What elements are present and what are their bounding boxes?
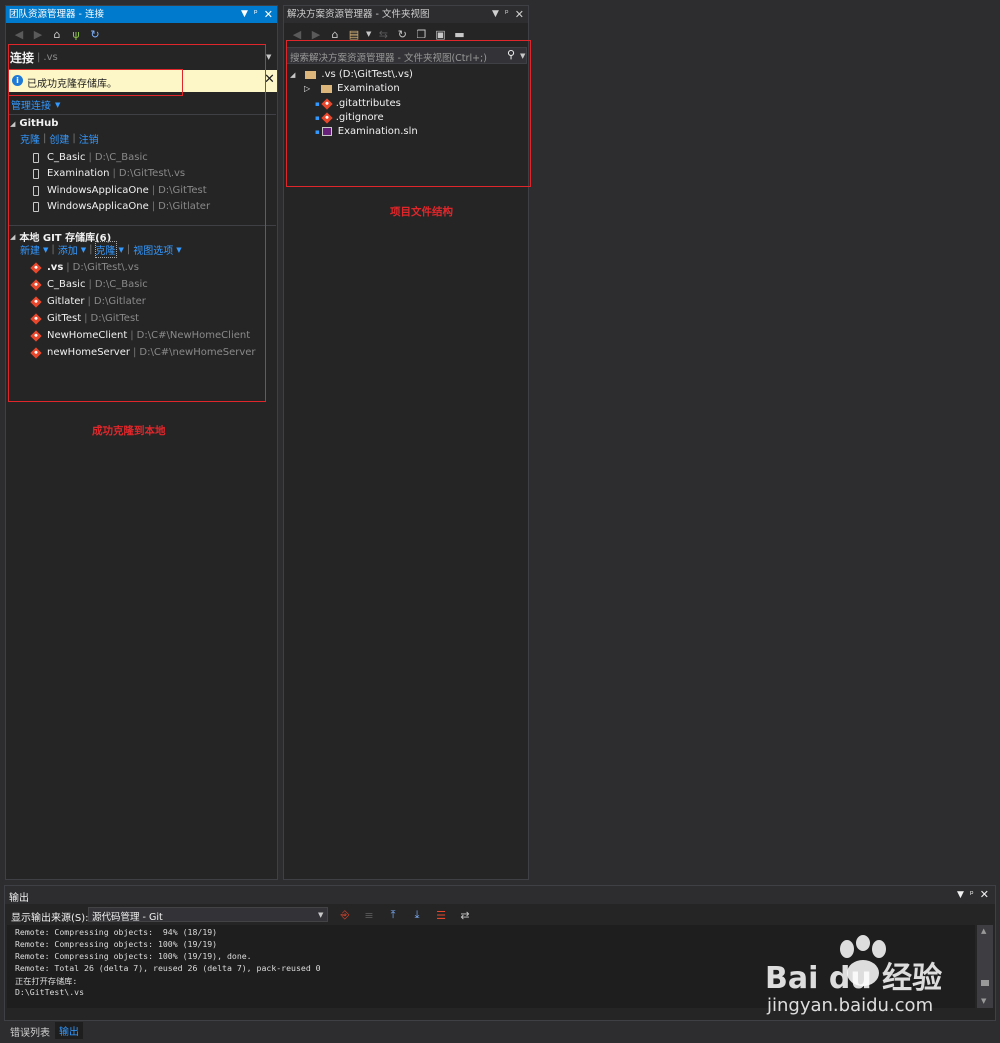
collapse-all-icon[interactable]: ❐: [414, 27, 428, 41]
next-message-icon[interactable]: ⤓: [410, 908, 424, 922]
watermark-logo-text: Bai du 经验: [765, 961, 943, 996]
output-source-select[interactable]: 源代码管理 - Git ▼: [88, 907, 328, 923]
output-title: 输出: [9, 893, 29, 904]
annotation-box-team-explorer: [8, 44, 266, 402]
output-titlebar[interactable]: 输出 ▼ ᵖ ✕: [5, 886, 995, 904]
team-explorer-titlebar[interactable]: 团队资源管理器 - 连接 ▼ ᵖ ✕: [6, 6, 277, 23]
output-line: Remote: Compressing objects: 94% (18/19): [15, 927, 218, 937]
pin-icon[interactable]: ᵖ: [254, 6, 258, 23]
back-icon[interactable]: ◀: [290, 27, 304, 41]
solution-explorer-title: 解决方案资源管理器 - 文件夹视图: [287, 9, 430, 20]
scroll-up-icon[interactable]: ▲: [981, 927, 986, 935]
chevron-down-icon[interactable]: ▼: [318, 911, 323, 919]
annotation-box-solution-explorer: [286, 40, 531, 187]
pin-icon[interactable]: ᵖ: [970, 890, 974, 900]
refresh-icon[interactable]: ↻: [88, 27, 102, 41]
home-icon[interactable]: ⌂: [50, 27, 64, 41]
chevron-down-icon[interactable]: ▼: [366, 30, 371, 38]
word-wrap-icon[interactable]: ⇄: [458, 908, 472, 922]
connect-dropdown-icon[interactable]: ▼: [266, 53, 271, 61]
team-explorer-toolbar: ◀ ▶ ⌂ ψ ↻: [12, 27, 102, 41]
annotation-label-cloned: 成功克隆到本地: [92, 425, 166, 437]
tab-output[interactable]: 输出: [55, 1022, 83, 1039]
plug-icon[interactable]: ψ: [69, 27, 83, 41]
baidu-watermark: Bai du 经验 jingyan.baidu.com: [765, 935, 985, 1025]
output-source-value: 源代码管理 - Git: [92, 912, 163, 923]
solution-explorer-toolbar: ◀ ▶ ⌂ ▤ ▼ ⇆ ↻ ❐ ▣ ▬: [290, 27, 466, 41]
forward-icon[interactable]: ▶: [31, 27, 45, 41]
dropdown-arrow-icon[interactable]: ▼: [957, 890, 964, 900]
output-line: Remote: Total 26 (delta 7), reused 26 (d…: [15, 963, 321, 973]
output-line: D:\GitTest\.vs: [15, 987, 85, 997]
properties-icon[interactable]: ▬: [452, 27, 466, 41]
dropdown-arrow-icon[interactable]: ▼: [241, 6, 248, 23]
close-icon[interactable]: ✕: [515, 6, 524, 23]
tab-error-list[interactable]: 错误列表: [10, 1024, 50, 1039]
clear-all-icon[interactable]: ☰: [434, 908, 448, 922]
home-icon[interactable]: ⌂: [328, 27, 342, 41]
pin-icon[interactable]: ᵖ: [505, 6, 509, 23]
find-message-icon[interactable]: ≡: [362, 908, 376, 922]
refresh-icon[interactable]: ↻: [395, 27, 409, 41]
output-toolbar: ⎆ ≡ ⤒ ⤓ ☰ ⇄: [338, 908, 472, 922]
output-source-label: 显示输出来源(S):: [11, 913, 89, 924]
dropdown-arrow-icon[interactable]: ▼: [492, 6, 499, 23]
show-all-files-icon[interactable]: ▣: [433, 27, 447, 41]
previous-message-icon[interactable]: ⤒: [386, 908, 400, 922]
annotation-box-notification: [8, 69, 183, 96]
annotation-label-structure: 项目文件结构: [390, 206, 453, 218]
sync-icon[interactable]: ⇆: [376, 27, 390, 41]
output-line: Remote: Compressing objects: 100% (19/19…: [15, 939, 218, 949]
go-to-location-icon[interactable]: ⎆: [338, 908, 352, 922]
output-line: 正在打开存储库:: [15, 976, 78, 986]
close-icon[interactable]: ✕: [264, 6, 273, 23]
output-line: Remote: Compressing objects: 100% (19/19…: [15, 951, 252, 961]
close-icon[interactable]: ✕: [980, 888, 989, 901]
team-explorer-title: 团队资源管理器 - 连接: [9, 9, 104, 20]
back-icon[interactable]: ◀: [12, 27, 26, 41]
forward-icon[interactable]: ▶: [309, 27, 323, 41]
solution-explorer-titlebar[interactable]: 解决方案资源管理器 - 文件夹视图 ▼ ᵖ ✕: [284, 6, 528, 23]
watermark-url: jingyan.baidu.com: [767, 995, 934, 1016]
switch-views-icon[interactable]: ▤: [347, 27, 361, 41]
